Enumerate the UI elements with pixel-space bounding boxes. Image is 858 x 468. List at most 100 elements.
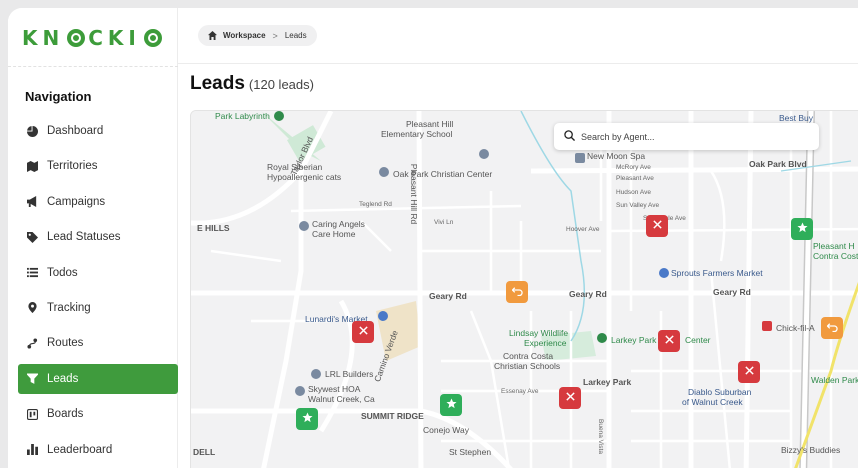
sidebar-item-label: Leads bbox=[47, 372, 79, 385]
breadcrumb: Workspace > Leads bbox=[198, 25, 317, 46]
map-label: Vivi Ln bbox=[434, 219, 454, 226]
church-icon bbox=[379, 167, 389, 177]
map-label: Best Buy bbox=[779, 113, 814, 123]
sidebar-divider bbox=[8, 66, 178, 67]
map-label: New Moon Spa bbox=[587, 151, 646, 161]
location-pin-icon bbox=[26, 302, 38, 314]
map-label: Diablo Suburban bbox=[688, 387, 752, 397]
map-label: Park Labyrinth bbox=[215, 111, 270, 121]
map-label: Geary Rd bbox=[429, 291, 467, 301]
sidebar-item-campaigns[interactable]: Campaigns bbox=[18, 187, 178, 217]
breadcrumb-current: Leads bbox=[284, 31, 307, 40]
sidebar-item-boards[interactable]: Boards bbox=[18, 399, 178, 429]
sidebar-item-todos[interactable]: Todos bbox=[18, 258, 178, 288]
map-label: Skywest HOA bbox=[308, 384, 361, 394]
logo-text-ckio: CKI bbox=[88, 26, 141, 50]
map-label: Larkey Park bbox=[611, 335, 657, 345]
lead-pin-red[interactable] bbox=[658, 330, 680, 352]
business-icon bbox=[311, 369, 321, 379]
lead-pin-green[interactable] bbox=[440, 394, 462, 416]
breadcrumb-separator: > bbox=[272, 30, 278, 41]
no-contact-icon bbox=[358, 323, 369, 341]
agent-search bbox=[554, 123, 819, 150]
sidebar-item-tracking[interactable]: Tracking bbox=[18, 293, 178, 323]
map-label: St Stephen bbox=[449, 447, 492, 457]
map-label: of Walnut Creek bbox=[682, 397, 743, 407]
sidebar-item-label: Dashboard bbox=[47, 125, 104, 137]
logo[interactable]: KN CKI bbox=[22, 26, 165, 50]
sidebar-item-leaderboard[interactable]: Leaderboard bbox=[18, 435, 178, 465]
map-label: Elementary School bbox=[381, 129, 453, 139]
lead-pin-red[interactable] bbox=[738, 361, 760, 383]
lead-pin-orange[interactable] bbox=[821, 317, 843, 339]
shop-icon bbox=[659, 268, 669, 278]
lead-pin-red[interactable] bbox=[352, 321, 374, 343]
no-contact-icon bbox=[652, 217, 663, 235]
return-icon bbox=[826, 319, 838, 337]
map-label: McRory Ave bbox=[616, 164, 651, 171]
map-label: Bizzy's Buddies bbox=[781, 445, 841, 455]
map-label: Contra Costa bbox=[503, 351, 554, 361]
nav-title: Navigation bbox=[25, 89, 92, 104]
sidebar-item-routes[interactable]: Routes bbox=[18, 328, 178, 358]
megaphone-icon bbox=[26, 196, 38, 208]
bar-chart-icon bbox=[26, 444, 38, 456]
map-label: Buena Vista bbox=[596, 419, 604, 454]
pie-chart-icon bbox=[26, 125, 38, 137]
map-label: Oak Park Blvd bbox=[749, 159, 807, 169]
sidebar-item-leads[interactable]: Leads bbox=[18, 363, 178, 394]
map-label: DELL bbox=[193, 447, 216, 457]
lead-pin-red[interactable] bbox=[559, 387, 581, 409]
care-home-icon bbox=[299, 221, 309, 231]
lead-pin-orange[interactable] bbox=[506, 281, 528, 303]
lead-pin-red[interactable] bbox=[646, 215, 668, 237]
park-icon bbox=[274, 111, 284, 121]
globe-icon bbox=[143, 29, 162, 47]
search-icon bbox=[564, 128, 576, 146]
page-title-text: Leads bbox=[190, 73, 245, 94]
map-label: Christian Schools bbox=[494, 361, 561, 371]
breadcrumb-workspace[interactable]: Workspace bbox=[223, 31, 266, 40]
tag-icon bbox=[26, 231, 38, 243]
map-label: Pleasant Hill Rd bbox=[409, 163, 420, 225]
lead-pin-green[interactable] bbox=[296, 408, 318, 430]
lead-count: (120 leads) bbox=[248, 77, 314, 92]
sidebar-item-label: Todos bbox=[47, 266, 78, 279]
home-icon[interactable] bbox=[208, 31, 217, 40]
park-icon bbox=[597, 333, 607, 343]
lead-pin-green[interactable] bbox=[791, 218, 813, 240]
business-icon bbox=[295, 386, 305, 396]
sidebar-item-territories[interactable]: Territories bbox=[18, 151, 178, 181]
leads-icon bbox=[26, 373, 38, 385]
map-label: E HILLS bbox=[197, 223, 230, 233]
leads-map[interactable]: Park Labyrinth Taylor Blvd Pleasant Hill… bbox=[190, 110, 858, 468]
map-label: Caring Angels bbox=[312, 219, 365, 229]
search-input[interactable] bbox=[581, 131, 801, 142]
map-label: Pleasant Hill bbox=[406, 119, 454, 129]
page-title: Leads (120 leads) bbox=[190, 73, 314, 95]
sidebar-item-label: Tracking bbox=[47, 301, 91, 314]
globe-icon bbox=[67, 29, 86, 47]
star-icon bbox=[445, 396, 457, 414]
map-label: Hoover Ave bbox=[566, 226, 600, 233]
map-label: Royal Siberian bbox=[267, 162, 323, 172]
return-icon bbox=[511, 283, 523, 301]
sidebar: KN CKI Navigation Dashboard Territories C… bbox=[8, 8, 178, 468]
map-label: Lindsay Wildlife bbox=[509, 328, 569, 338]
sidebar-item-dashboard[interactable]: Dashboard bbox=[18, 116, 178, 146]
map-label: Walden Park bbox=[811, 375, 858, 385]
map-label: Hypoallergenic cats bbox=[267, 172, 342, 182]
no-contact-icon bbox=[664, 332, 675, 350]
star-icon bbox=[301, 410, 313, 428]
map-label: Oak Park Christian Center bbox=[393, 169, 493, 179]
map-icon bbox=[26, 160, 38, 172]
board-icon bbox=[26, 408, 38, 420]
map-label: Pleasant Ave bbox=[616, 175, 654, 182]
map-label: Center bbox=[685, 335, 711, 345]
map-label: Chick-fil-A bbox=[776, 323, 815, 333]
star-icon bbox=[796, 220, 808, 238]
list-icon bbox=[26, 267, 38, 279]
map-label: Care Home bbox=[312, 229, 356, 239]
map-label: LRL Builders bbox=[325, 369, 374, 379]
sidebar-item-lead-statuses[interactable]: Lead Statuses bbox=[18, 222, 178, 252]
